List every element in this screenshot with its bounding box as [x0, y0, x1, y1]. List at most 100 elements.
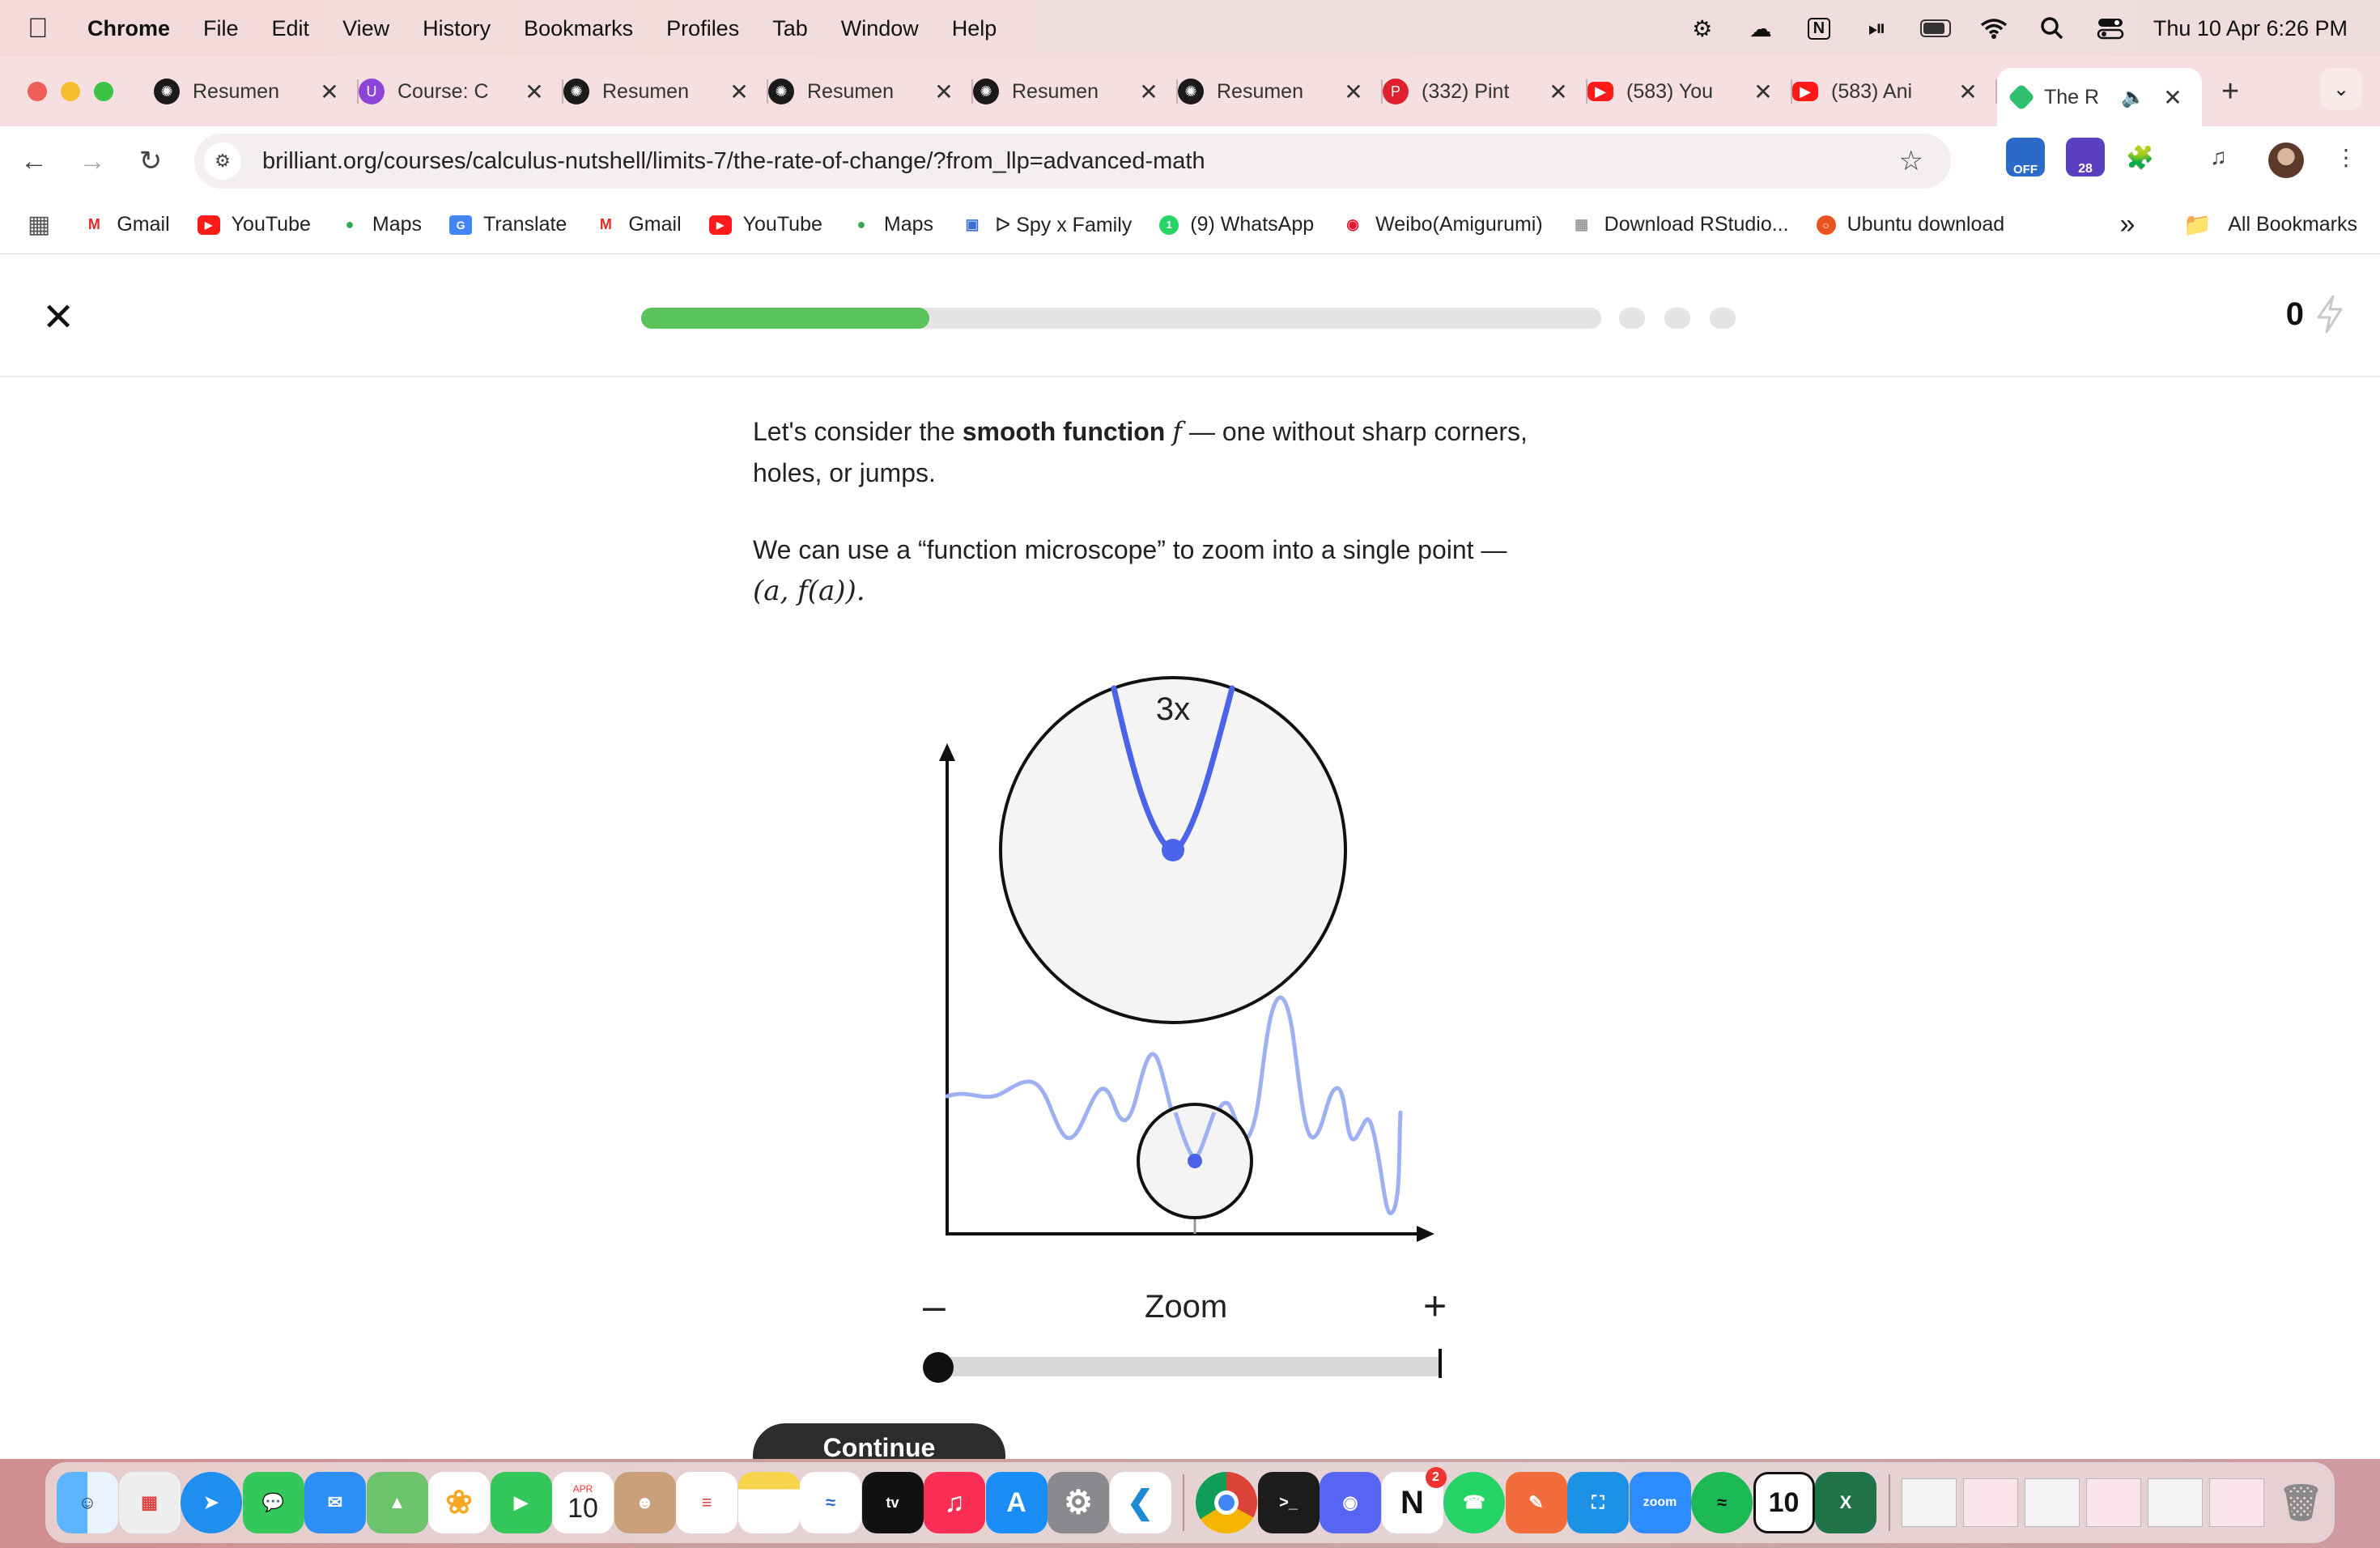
extension-badge-icon[interactable]: 28 — [2066, 138, 2105, 176]
profile-avatar[interactable] — [2268, 142, 2304, 178]
docker-icon[interactable]: ⛶ — [1567, 1472, 1629, 1533]
whatsapp-icon[interactable]: ☎ — [1443, 1472, 1505, 1533]
pencil-icon[interactable]: ✎ — [1505, 1472, 1567, 1533]
freeform-icon[interactable]: ≈ — [800, 1472, 861, 1533]
contacts-icon[interactable]: ☻ — [614, 1472, 676, 1533]
mail-icon[interactable]: ✉ — [304, 1472, 366, 1533]
battery-icon[interactable] — [1919, 15, 1951, 41]
extension-off-icon[interactable]: OFF — [2006, 138, 2045, 176]
zoom-icon[interactable]: zoom — [1629, 1472, 1691, 1533]
close-icon[interactable]: ✕ — [933, 79, 955, 105]
apps-grid-icon[interactable]: ▦ — [28, 211, 50, 239]
bookmark-gmail[interactable]: M Gmail — [83, 213, 170, 236]
tab-course[interactable]: U Course: C ✕ — [359, 66, 563, 117]
reload-button[interactable]: ↻ — [126, 145, 175, 177]
chrome-icon[interactable] — [1196, 1472, 1257, 1533]
minimize-window-button[interactable] — [61, 82, 80, 101]
zoom-in-button[interactable]: + — [1423, 1282, 1447, 1329]
bookmarks-overflow-button[interactable]: » — [2119, 209, 2135, 240]
menu-history[interactable]: History — [423, 16, 491, 41]
bookmark-star-icon[interactable]: ☆ — [1899, 145, 1923, 177]
minimized-window-thumbnail[interactable] — [2024, 1478, 2080, 1527]
close-icon[interactable]: ✕ — [1137, 79, 1160, 105]
trash-icon[interactable]: 🗑 — [2271, 1472, 2332, 1533]
close-window-button[interactable] — [28, 82, 47, 101]
photos-icon[interactable]: ❀ — [428, 1472, 490, 1533]
cloud-icon[interactable]: ☁ — [1745, 15, 1776, 41]
url-text[interactable]: brilliant.org/courses/calculus-nutshell/… — [262, 148, 1205, 175]
chrome-menu-icon[interactable]: ⋮ — [2335, 144, 2357, 171]
close-icon[interactable]: ✕ — [1752, 79, 1774, 105]
menubar-clock[interactable]: Thu 10 Apr 6:26 PM — [2153, 16, 2348, 41]
site-settings-icon[interactable]: ⚙ — [204, 142, 241, 180]
excel-icon[interactable]: X — [1815, 1472, 1876, 1533]
bookmark-maps-2[interactable]: ● Maps — [850, 213, 933, 236]
tab-resumen-4[interactable]: ✺ Resumen ✕ — [973, 66, 1178, 117]
vscode-icon[interactable]: ❮ — [1109, 1472, 1171, 1533]
zoom-slider-thumb[interactable] — [923, 1352, 954, 1383]
speaker-icon[interactable]: 🔈 — [2121, 86, 2145, 109]
reminders-icon[interactable]: ≡ — [676, 1472, 737, 1533]
menu-tab[interactable]: Tab — [772, 16, 808, 41]
close-lesson-icon[interactable]: ✕ — [42, 295, 74, 340]
music-icon[interactable]: ♫ — [924, 1472, 985, 1533]
menu-bookmarks[interactable]: Bookmarks — [524, 16, 633, 41]
discord-icon[interactable]: ◉ — [1320, 1472, 1381, 1533]
tab-resumen-2[interactable]: ✺ Resumen ✕ — [563, 66, 768, 117]
messages-icon[interactable]: 💬 — [242, 1472, 304, 1533]
minimized-window-thumbnail[interactable] — [2147, 1478, 2203, 1527]
bookmark-youtube[interactable]: ▶ YouTube — [197, 213, 311, 236]
control-center-icon[interactable] — [2095, 15, 2126, 41]
menu-view[interactable]: View — [342, 16, 389, 41]
close-icon[interactable]: ✕ — [2161, 84, 2184, 111]
close-icon[interactable]: ✕ — [728, 79, 750, 105]
menu-edit[interactable]: Edit — [272, 16, 310, 41]
bookmark-youtube-2[interactable]: ▶ YouTube — [708, 213, 822, 236]
facetime-icon[interactable]: ▶ — [490, 1472, 552, 1533]
zoom-slider-track[interactable] — [937, 1357, 1441, 1376]
tab-resumen-1[interactable]: ✺ Resumen ✕ — [154, 66, 359, 117]
close-icon[interactable]: ✕ — [1342, 79, 1365, 105]
bookmark-rstudio[interactable]: ▦ Download RStudio... — [1570, 213, 1788, 236]
media-controls-icon[interactable]: ♫ — [2210, 144, 2227, 170]
minimized-window-thumbnail[interactable] — [2208, 1478, 2264, 1527]
menu-profiles[interactable]: Profiles — [666, 16, 739, 41]
tab-resumen-3[interactable]: ✺ Resumen ✕ — [768, 66, 973, 117]
finder-icon[interactable]: ☺ — [57, 1472, 118, 1533]
tab-brilliant[interactable]: The R 🔈 ✕ — [1997, 68, 2202, 126]
calendar-icon[interactable]: APR 10 — [552, 1472, 614, 1533]
wifi-icon[interactable] — [1978, 15, 2009, 41]
notes-icon[interactable] — [737, 1472, 800, 1533]
minimized-window-thumbnail[interactable] — [1962, 1478, 2018, 1527]
bookmark-translate[interactable]: G Translate — [449, 213, 567, 236]
bookmark-maps[interactable]: ● Maps — [338, 213, 422, 236]
minimized-window-thumbnail[interactable] — [2085, 1478, 2141, 1527]
bookmark-whatsapp[interactable]: 1 (9) WhatsApp — [1159, 213, 1314, 236]
menu-file[interactable]: File — [203, 16, 239, 41]
new-tab-button[interactable]: + — [2221, 74, 2239, 109]
close-icon[interactable]: ✕ — [523, 79, 546, 105]
notion-app-icon[interactable]: N2 — [1381, 1467, 1447, 1533]
terminal-icon[interactable]: >_ — [1257, 1472, 1320, 1533]
close-icon[interactable]: ✕ — [318, 79, 341, 105]
energy-counter[interactable]: 0 — [2286, 295, 2344, 334]
safari-icon[interactable]: ➤ — [181, 1472, 242, 1533]
notion-icon[interactable]: N — [1804, 15, 1834, 41]
close-icon[interactable]: ✕ — [1547, 79, 1570, 105]
bookmark-spy-family[interactable]: ▣ ᐅ Spy x Family — [961, 213, 1133, 237]
menu-window[interactable]: Window — [841, 16, 919, 41]
menu-help[interactable]: Help — [952, 16, 997, 41]
extensions-puzzle-icon[interactable]: 🧩 — [2126, 144, 2154, 171]
tab-resumen-5[interactable]: ✺ Resumen ✕ — [1178, 66, 1383, 117]
play-icon[interactable]: ⏯ — [1862, 15, 1893, 41]
pin-icon[interactable]: ⚙ — [1687, 15, 1718, 41]
apple-icon[interactable]:  — [28, 13, 63, 45]
forward-button[interactable]: → — [68, 146, 117, 177]
minimized-window-thumbnail[interactable] — [1901, 1478, 1957, 1527]
bookmark-gmail-2[interactable]: M Gmail — [594, 213, 682, 236]
numbers-icon[interactable]: 10 — [1753, 1472, 1815, 1533]
spotlight-icon[interactable] — [2037, 15, 2068, 41]
tab-youtube-2[interactable]: ▶ (583) Ani ✕ — [1792, 66, 1997, 117]
all-bookmarks-button[interactable]: All Bookmarks — [2228, 213, 2357, 236]
bookmark-weibo[interactable]: ◉ Weibo(Amigurumi) — [1341, 213, 1542, 236]
